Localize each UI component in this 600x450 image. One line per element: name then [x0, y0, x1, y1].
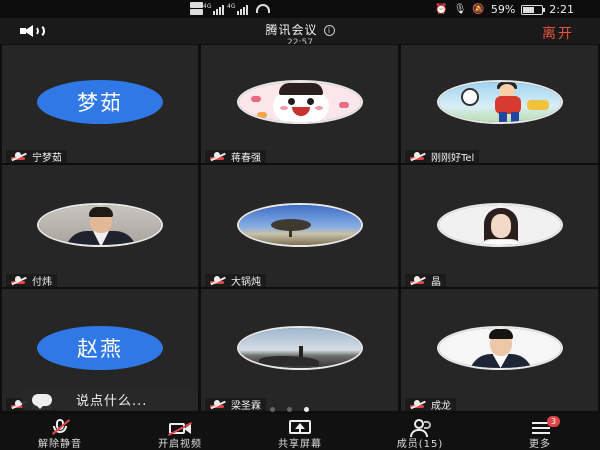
tree-landscape-image: [238, 205, 361, 245]
leave-button[interactable]: 离开: [542, 23, 574, 43]
chat-placeholder: 说点什么...: [76, 394, 148, 409]
notification-badge: 3: [547, 416, 560, 427]
sim-icons: [190, 2, 203, 15]
mic-muted-icon: [409, 400, 426, 409]
status-bar: 4G 4G ⏰ 🎙 🔕 59% 2:21: [0, 0, 600, 18]
signal-icon: [213, 3, 224, 15]
participant-grid: 梦茹 宁梦茹 蒋春强 刚刚好Tel 付炜 大锅炖 晶 赵燕 梁圣霖 成龙: [0, 44, 600, 414]
menu-icon: 3: [525, 416, 560, 435]
mic-muted-icon: [409, 152, 426, 161]
mic-off-icon: [45, 418, 75, 435]
wifi-icon: [256, 4, 270, 13]
name-tag: 付炜: [6, 274, 57, 287]
start-video-label: 开启视频: [158, 439, 202, 450]
status-right: ⏰ 🎙 🔕 59% 2:21: [435, 3, 574, 16]
mic-muted-icon: [209, 276, 226, 285]
mic-muted-icon: [209, 152, 226, 161]
info-icon[interactable]: i: [323, 25, 335, 36]
name-tag: 梁圣霖: [205, 398, 266, 411]
avatar: [436, 203, 563, 247]
mic-muted-icon: [10, 152, 27, 161]
camera-off-icon: [165, 418, 195, 436]
members-icon: [405, 418, 435, 437]
avatar: [436, 326, 563, 370]
members-button[interactable]: 成员(15): [360, 414, 480, 450]
share-screen-label: 共享屏幕: [278, 439, 322, 450]
participant-name: 大锅炖: [231, 277, 261, 287]
mic-muted-icon: [10, 276, 27, 285]
participant-name: 付炜: [32, 277, 52, 287]
avatar: [236, 203, 363, 247]
page-dot-active[interactable]: [304, 407, 309, 412]
man-portrait-image: [39, 205, 161, 245]
signal-2-icon: [237, 3, 248, 15]
chat-input[interactable]: 说点什么...: [22, 389, 198, 410]
battery-fill: [523, 6, 534, 13]
more-button[interactable]: 3 更多: [480, 414, 600, 450]
participant-name: 梁圣霖: [231, 401, 261, 411]
share-screen-button[interactable]: 共享屏幕: [240, 414, 360, 450]
chat-bubble-icon: [32, 393, 52, 409]
participant-tile[interactable]: 晶: [401, 165, 598, 287]
avatar: [236, 80, 363, 124]
alarm-icon: ⏰: [435, 4, 448, 15]
meeting-title[interactable]: 腾讯会议: [265, 23, 317, 37]
mic-status-icon: 🎙: [453, 4, 467, 15]
avatar: [236, 326, 363, 370]
page-dot[interactable]: [270, 407, 275, 412]
unmute-label: 解除静音: [38, 439, 82, 450]
more-label: 更多: [529, 439, 551, 450]
page-dot[interactable]: [287, 407, 292, 412]
man-portrait-image: [438, 328, 561, 368]
participant-name: 蒋春强: [231, 153, 261, 163]
battery-icon: [521, 4, 546, 15]
name-tag: 成龙: [405, 398, 456, 411]
participant-name: 宁梦茹: [32, 153, 62, 163]
mute-bell-icon: 🔕: [472, 4, 485, 15]
page-indicator[interactable]: [270, 407, 309, 412]
participant-name: 晶: [431, 277, 441, 287]
clock: 2:21: [549, 3, 574, 16]
mic-muted-icon: [209, 400, 226, 409]
soccer-avatar-image: [438, 82, 561, 122]
members-label: 成员(15): [396, 439, 444, 450]
name-tag: 大锅炖: [205, 274, 266, 287]
participant-tile[interactable]: 蒋春强: [201, 45, 398, 163]
participant-tile[interactable]: 梦茹 宁梦茹: [2, 45, 198, 163]
participant-tile[interactable]: 成龙: [401, 289, 598, 411]
sky-landscape-image: [238, 328, 361, 368]
unmute-button[interactable]: 解除静音: [0, 414, 120, 450]
name-tag: 晶: [405, 274, 446, 287]
network-type-1: 4G: [203, 3, 212, 10]
avatar: [37, 203, 163, 247]
sim-1-icon: [190, 2, 203, 8]
avatar: 赵燕: [37, 326, 163, 370]
name-tag: 蒋春强: [205, 150, 266, 163]
share-screen-icon: [285, 418, 315, 435]
meeting-header: 腾讯会议 i 22:57 离开: [0, 18, 600, 48]
participant-tile[interactable]: 刚刚好Tel: [401, 45, 598, 163]
participant-tile[interactable]: 付炜: [2, 165, 198, 287]
network-type-2: 4G: [227, 3, 236, 10]
bottom-toolbar: 解除静音 开启视频 共享屏幕 成员(15) 3 更多: [0, 414, 600, 450]
participant-name: 成龙: [431, 401, 451, 411]
name-tag: 宁梦茹: [6, 150, 67, 163]
avatar: [436, 80, 563, 124]
name-tag: 刚刚好Tel: [405, 150, 480, 163]
participant-name: 刚刚好Tel: [431, 153, 475, 163]
battery-percent: 59%: [490, 3, 516, 16]
start-video-button[interactable]: 开启视频: [120, 414, 240, 450]
woman-portrait-image: [438, 205, 561, 245]
cartoon-avatar-image: [238, 82, 361, 122]
participant-tile[interactable]: 梁圣霖: [201, 289, 398, 411]
mic-muted-icon: [409, 276, 426, 285]
sim-2-icon: [190, 9, 203, 15]
avatar: 梦茹: [37, 80, 163, 124]
participant-tile[interactable]: 大锅炖: [201, 165, 398, 287]
